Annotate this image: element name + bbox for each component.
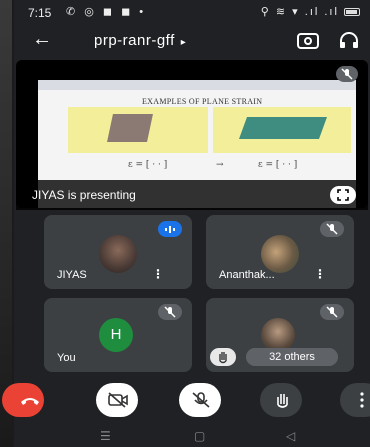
phone-screen: 7:15 ✆ ◎ ◼ ◼ • ⚲ ≋ ▾ .ıl .ıl ← prp-ranr-… xyxy=(2,0,370,447)
presenter-label: JIYAS is presenting xyxy=(32,188,136,202)
switch-camera-icon[interactable] xyxy=(297,31,319,54)
recent-apps-icon[interactable]: ☰ xyxy=(100,429,111,443)
participant-tile-others[interactable]: 32 others xyxy=(206,298,354,372)
hang-up-icon xyxy=(21,398,39,405)
avatar-you: H xyxy=(99,318,133,352)
more-vertical-icon xyxy=(360,392,364,408)
participant-tile-ananthak[interactable]: Ananthak... ⋮ xyxy=(206,215,354,289)
slide-toolbar xyxy=(38,80,356,90)
presenter-banner: JIYAS is presenting xyxy=(16,180,368,210)
slide-formula-left: ε = [ · · ] xyxy=(128,160,168,170)
meeting-top-bar: ← prp-ranr-gff ▸ xyxy=(14,26,370,56)
fullscreen-icon xyxy=(337,189,349,201)
raised-hand-badge xyxy=(210,348,236,366)
status-time: 7:15 xyxy=(28,6,52,20)
signal-icons: ⚲ ≋ ▾ .ıl .ıl xyxy=(260,6,339,18)
meeting-title[interactable]: prp-ranr-gff ▸ xyxy=(94,32,186,49)
slide-block-figure xyxy=(107,114,153,142)
fullscreen-button[interactable] xyxy=(330,186,356,204)
slide-formula-right: ε = [ · · ] xyxy=(258,160,298,170)
presenter-muted-icon xyxy=(336,66,358,82)
end-call-button[interactable] xyxy=(2,383,44,417)
notification-icons: ✆ ◎ ◼ ◼ • xyxy=(66,6,147,18)
muted-icon xyxy=(320,304,344,320)
headphones-icon[interactable] xyxy=(339,31,359,54)
back-arrow-icon[interactable]: ← xyxy=(32,28,52,51)
chevron-right-icon: ▸ xyxy=(180,37,187,48)
nav-back-icon[interactable]: ◁ xyxy=(286,429,295,443)
camera-off-icon xyxy=(108,392,128,408)
mic-off-icon xyxy=(192,392,210,408)
participant-tile-jiyas[interactable]: JIYAS ⋮ xyxy=(44,215,192,289)
system-status-icons: ⚲ ≋ ▾ .ıl .ıl xyxy=(261,5,360,18)
muted-icon xyxy=(320,221,344,237)
avatar-others xyxy=(261,318,295,352)
camera-toggle-button[interactable] xyxy=(96,383,138,417)
slide-title: EXAMPLES OF PLANE STRAIN xyxy=(142,97,263,106)
avatar-jiyas xyxy=(99,235,137,273)
slide-prism-figure xyxy=(238,117,328,139)
participant-tile-you[interactable]: H You xyxy=(44,298,192,372)
others-count[interactable]: 32 others xyxy=(246,348,338,366)
raise-hand-icon xyxy=(277,394,288,408)
slide-formula-arrow: → xyxy=(216,160,224,170)
more-controls-button[interactable] xyxy=(340,383,370,417)
more-options-icon[interactable]: ⋮ xyxy=(314,267,326,281)
participant-name: You xyxy=(57,352,76,364)
home-icon[interactable]: ▢ xyxy=(194,429,205,443)
call-controls xyxy=(2,383,370,419)
status-bar: 7:15 ✆ ◎ ◼ ◼ • ⚲ ≋ ▾ .ıl .ıl xyxy=(14,0,370,26)
more-options-icon[interactable]: ⋮ xyxy=(152,267,164,281)
android-nav-bar: ☰ ▢ ◁ xyxy=(14,425,370,447)
raise-hand-button[interactable] xyxy=(260,383,302,417)
raised-hand-icon xyxy=(219,352,227,364)
muted-icon xyxy=(158,304,182,320)
speaking-indicator-icon xyxy=(158,221,182,237)
avatar-ananthak xyxy=(261,235,299,273)
background-left-edge xyxy=(0,0,12,447)
mic-toggle-button[interactable] xyxy=(179,383,221,417)
participant-name: Ananthak... xyxy=(219,269,275,281)
participant-name: JIYAS xyxy=(57,269,87,281)
meeting-code: prp-ranr-gff xyxy=(94,32,175,49)
battery-icon xyxy=(344,8,360,17)
